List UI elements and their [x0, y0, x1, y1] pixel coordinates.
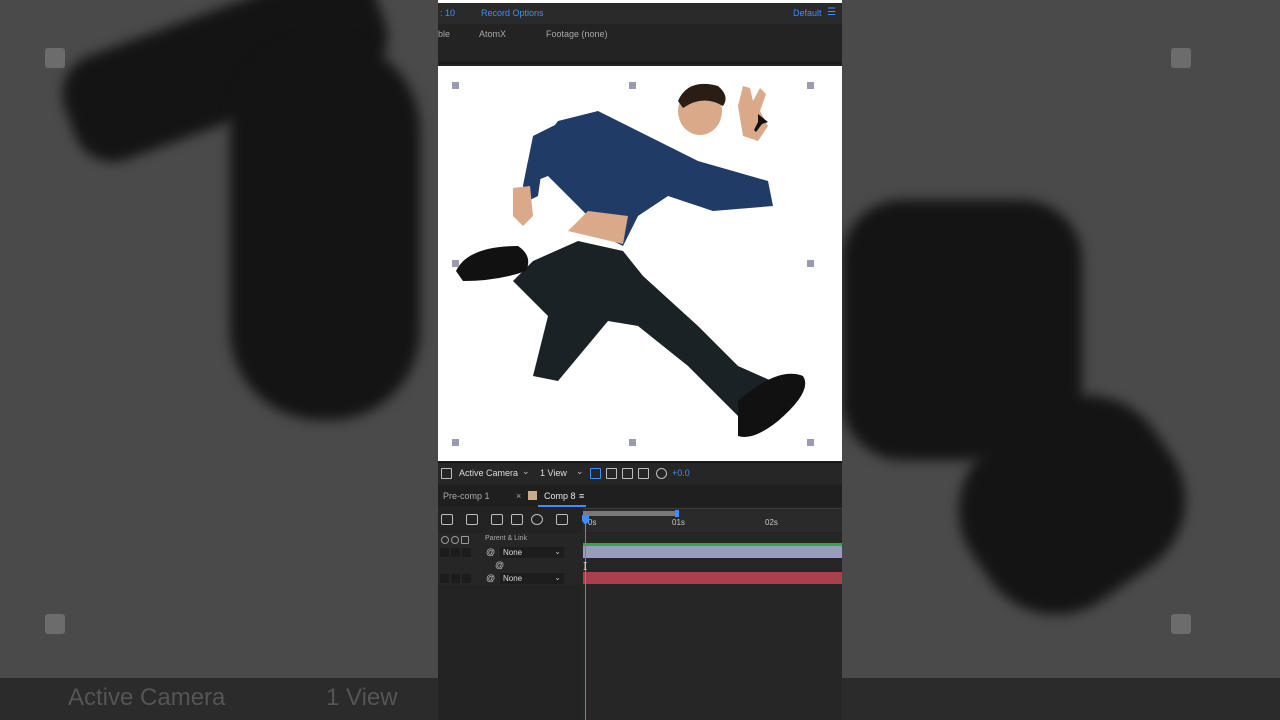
after-effects-panel: : 10 Record Options Default ☰ ble AtomX … [438, 0, 842, 720]
pick-whip-icon[interactable]: @ [495, 560, 504, 570]
right-blurred-background [842, 0, 1280, 720]
chevron-down-icon: ⌄ [554, 573, 561, 582]
transform-handle[interactable] [807, 439, 814, 446]
chevron-down-icon[interactable]: ⌄ [576, 466, 584, 477]
exposure-reset-icon[interactable] [656, 468, 667, 479]
pick-whip-icon[interactable]: @ [486, 547, 495, 557]
active-camera-select[interactable]: Active Camera [459, 468, 518, 478]
work-area-bar[interactable] [583, 511, 677, 516]
transform-handle[interactable] [807, 82, 814, 89]
ghost-views-label: 1 View [326, 684, 398, 711]
parent-select-value: None [503, 574, 523, 583]
hamburger-icon[interactable]: ≡ [579, 491, 584, 501]
motion-blur-icon[interactable] [531, 514, 543, 525]
region-of-interest-icon[interactable] [441, 468, 452, 479]
ruler-top-line [583, 508, 842, 509]
hamburger-icon[interactable]: ☰ [827, 7, 836, 18]
draft-3d-icon[interactable] [466, 514, 478, 525]
parent-select-value: None [503, 548, 523, 557]
flowchart-icon[interactable] [638, 468, 649, 479]
lower-hand [513, 186, 533, 226]
workspace-default[interactable]: Default [793, 8, 822, 18]
layer-duration-bar[interactable] [583, 572, 842, 584]
lock-toggle-icon[interactable] [461, 536, 469, 544]
playhead[interactable] [585, 512, 586, 720]
composition-viewer[interactable] [438, 66, 842, 461]
text-cursor-icon: I [583, 560, 588, 573]
layer-solo-toggle[interactable] [451, 574, 460, 583]
view-layout-select[interactable]: 1 View [540, 468, 567, 478]
composition-mini-flowchart-icon[interactable] [441, 514, 453, 525]
timeline-track-area[interactable] [583, 533, 842, 720]
transparency-grid-icon[interactable] [622, 468, 633, 479]
raised-hand [738, 86, 768, 141]
tab-footage[interactable]: Footage (none) [546, 29, 608, 39]
man-leaping-photo [456, 83, 806, 437]
transform-handle [1171, 48, 1191, 68]
active-tab-indicator [538, 505, 586, 507]
transform-handle[interactable] [452, 439, 459, 446]
workspace-bar: : 10 Record Options Default ☰ [438, 0, 842, 24]
transform-handle [45, 614, 65, 634]
trousers [513, 241, 788, 416]
tab-composition-fragment[interactable]: ble [438, 29, 450, 39]
record-options-button[interactable]: Record Options [481, 8, 544, 18]
pick-whip-icon[interactable]: @ [486, 573, 495, 583]
video-toggle-icon[interactable] [441, 536, 449, 544]
layer-row[interactable]: @ None ⌄ [438, 572, 583, 585]
tab-comp-8[interactable]: Comp 8 [544, 491, 576, 501]
tick-01s: 01s [672, 518, 685, 527]
tick-0s: 0s [588, 518, 597, 527]
transform-handle[interactable] [629, 82, 636, 89]
left-blurred-background [0, 0, 438, 720]
transform-handle[interactable] [452, 82, 459, 89]
toggle-pixel-aspect-icon[interactable] [590, 468, 601, 479]
chevron-down-icon: ⌄ [554, 547, 561, 556]
parent-select[interactable]: None ⌄ [500, 573, 564, 584]
tab-atomx[interactable]: AtomX [479, 29, 506, 39]
exposure-value[interactable]: +0.0 [672, 468, 690, 478]
tick-02s: 02s [765, 518, 778, 527]
belly [568, 211, 628, 244]
transform-handle[interactable] [807, 260, 814, 267]
work-area-end-handle[interactable] [675, 510, 679, 517]
hide-shy-layers-icon[interactable] [491, 514, 503, 525]
back-shoe [456, 246, 529, 281]
layer-visibility-toggle[interactable] [440, 548, 449, 557]
layer-duration-bar[interactable] [583, 546, 842, 558]
chevron-down-icon[interactable]: ⌄ [522, 466, 530, 477]
transform-handle [45, 48, 65, 68]
frame-blending-icon[interactable] [511, 514, 523, 525]
transform-handle [1171, 614, 1191, 634]
layer-lock-toggle[interactable] [462, 574, 471, 583]
layer-visibility-toggle[interactable] [440, 574, 449, 583]
transform-handle[interactable] [629, 439, 636, 446]
transform-handle[interactable] [452, 260, 459, 267]
graph-editor-icon[interactable] [556, 514, 568, 525]
ghost-camera-label: Active Camera [68, 684, 226, 711]
parent-select[interactable]: None ⌄ [500, 547, 564, 558]
solo-toggle-icon[interactable] [451, 536, 459, 544]
layers-header: Parent & Link [438, 533, 583, 546]
frame-rate-fragment: : 10 [440, 8, 456, 18]
tab-pre-comp-1[interactable]: Pre-comp 1 [443, 491, 490, 501]
time-ruler[interactable]: 0s 01s 02s [583, 508, 842, 532]
viewer-toolbar: Active Camera ⌄ 1 View ⌄ +0.0 [438, 462, 842, 484]
fast-previews-icon[interactable] [606, 468, 617, 479]
panel-tabs: ble AtomX Footage (none) [438, 24, 842, 64]
blurred-torso-shape [230, 40, 420, 420]
comp-color-swatch [528, 491, 537, 500]
layer-lock-toggle[interactable] [462, 548, 471, 557]
layers-empty-area [438, 585, 583, 720]
close-icon[interactable]: × [516, 491, 521, 501]
parent-link-header: Parent & Link [485, 535, 528, 542]
timeline-tabs: Pre-comp 1 × Comp 8 ≡ [438, 485, 842, 507]
layer-row[interactable]: @ None ⌄ [438, 546, 583, 559]
layer-sub-row: @ [438, 559, 583, 572]
layer-solo-toggle[interactable] [451, 548, 460, 557]
